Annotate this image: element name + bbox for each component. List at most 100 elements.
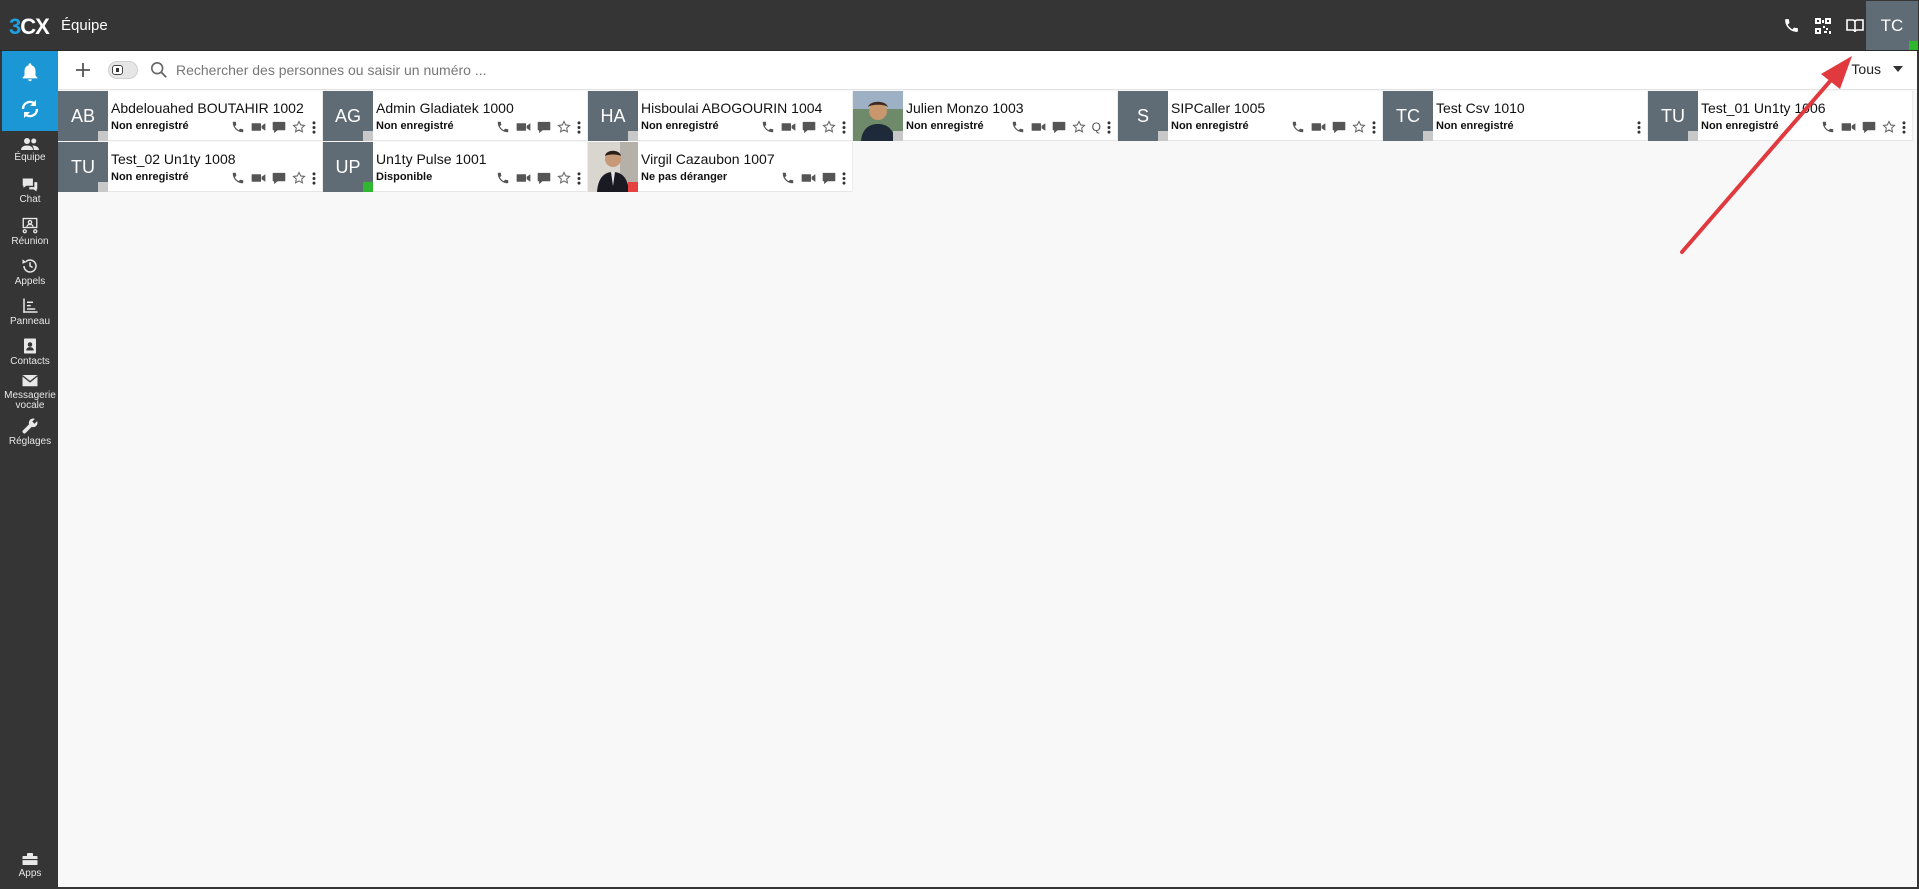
star-icon[interactable] [557, 171, 571, 185]
more-options-icon[interactable] [1902, 120, 1906, 134]
star-icon[interactable] [1882, 120, 1896, 134]
search-input[interactable] [176, 59, 876, 81]
star-icon[interactable] [1071, 120, 1086, 134]
sidebar-item-chat[interactable]: Chat [2, 177, 58, 205]
chat-icon[interactable] [802, 121, 816, 134]
contact-name: Virgil Cazaubon 1007 [641, 151, 775, 167]
sidebar-item-apps[interactable]: Apps [2, 852, 58, 879]
contact-photo [588, 142, 638, 192]
video-icon[interactable] [516, 121, 531, 133]
video-icon[interactable] [516, 172, 531, 184]
video-icon[interactable] [251, 172, 266, 184]
mail-icon [22, 375, 38, 387]
more-options-icon[interactable] [1637, 120, 1641, 134]
chat-icon[interactable] [1332, 121, 1346, 134]
book-icon[interactable] [1846, 17, 1864, 35]
sidebar-item-appels[interactable]: Appels [2, 257, 58, 287]
contact-avatar: S [1118, 91, 1168, 141]
chat-icon[interactable] [1862, 121, 1876, 134]
phone-icon[interactable] [1782, 17, 1800, 35]
chat-icon[interactable] [537, 172, 551, 185]
apps-icon [22, 853, 38, 865]
contact-actions [1821, 120, 1906, 134]
more-options-icon[interactable] [1107, 120, 1111, 134]
chat-icon[interactable] [1052, 121, 1066, 134]
contact-name: Hisboulai ABOGOURIN 1004 [641, 100, 823, 116]
contact-card[interactable]: Virgil Cazaubon 1007 Ne pas déranger [588, 142, 853, 192]
add-button[interactable] [72, 59, 94, 81]
status-indicator [363, 131, 373, 141]
main-content: Tous ABAbdelouahed BOUTAHIR 1002 Non enre… [58, 51, 1917, 887]
contact-name: Un1ty Pulse 1001 [376, 151, 487, 167]
video-icon[interactable] [1031, 121, 1046, 133]
star-icon[interactable] [1352, 120, 1366, 134]
video-icon[interactable] [1311, 121, 1326, 133]
user-avatar[interactable]: TC [1866, 1, 1918, 50]
contact-actions [496, 171, 581, 185]
filter-dropdown[interactable]: Tous [1851, 61, 1903, 77]
wrench-icon [22, 418, 38, 434]
more-options-icon[interactable] [577, 171, 581, 185]
star-icon[interactable] [822, 120, 836, 134]
more-options-icon[interactable] [312, 120, 316, 134]
star-icon[interactable] [557, 120, 571, 134]
contact-card[interactable]: UP Un1ty Pulse 1001 Disponible [323, 142, 588, 192]
video-icon[interactable] [801, 172, 816, 184]
contact-actions [1637, 120, 1641, 134]
call-icon[interactable] [496, 120, 510, 134]
status-indicator [98, 131, 108, 141]
video-icon[interactable] [1841, 121, 1856, 133]
contact-status-text: Non enregistré [641, 120, 719, 132]
sidebar-item-contacts[interactable]: Contacts [2, 337, 58, 367]
more-options-icon[interactable] [842, 120, 846, 134]
sync-icon[interactable] [20, 99, 40, 124]
chat-icon[interactable] [537, 121, 551, 134]
logo: 3CX [9, 14, 50, 39]
contact-avatar: TU [58, 142, 108, 192]
call-icon[interactable] [781, 171, 795, 185]
sidebar-item-panneau[interactable]: Panneau [2, 297, 58, 327]
contact-card[interactable]: TU Test_01 Un1ty 1006 Non enregistré [1648, 91, 1913, 141]
chat-icon[interactable] [272, 172, 286, 185]
bell-icon[interactable] [19, 61, 41, 88]
chat-icon[interactable] [822, 172, 836, 185]
sidebar: Équipe Chat Réunion Appels Panneau Conta… [0, 51, 58, 889]
contact-card[interactable]: AG Admin Gladiatek 1000 Non enregistré [323, 91, 588, 141]
contacts-icon [24, 338, 36, 354]
contact-card[interactable]: Julien Monzo 1003 Non enregistré Q [853, 91, 1118, 141]
more-options-icon[interactable] [842, 171, 846, 185]
contact-avatar: HA [588, 91, 638, 141]
sidebar-item-messagerie[interactable]: Messagerie vocale [2, 373, 58, 411]
qr-code-icon[interactable] [1814, 17, 1832, 35]
more-options-icon[interactable] [1372, 120, 1376, 134]
view-toggle[interactable] [108, 61, 138, 79]
video-icon[interactable] [251, 121, 266, 133]
contact-name: Admin Gladiatek 1000 [376, 100, 514, 116]
contact-avatar: TU [1648, 91, 1698, 141]
call-icon[interactable] [496, 171, 510, 185]
chat-icon[interactable] [272, 121, 286, 134]
call-icon[interactable] [761, 120, 775, 134]
call-icon[interactable] [1011, 120, 1025, 134]
contact-card[interactable]: S SIPCaller 1005 Non enregistré [1118, 91, 1383, 141]
contact-card[interactable]: TC Test Csv 1010 Non enregistré [1383, 91, 1648, 141]
call-icon[interactable] [1291, 120, 1305, 134]
call-icon[interactable] [231, 120, 245, 134]
contact-card[interactable]: TU Test_02 Un1ty 1008 Non enregistré [58, 142, 323, 192]
sidebar-item-reunion[interactable]: Réunion [2, 217, 58, 247]
contact-card[interactable]: AB Abdelouahed BOUTAHIR 1002 Non enregistr… [58, 91, 323, 141]
contact-status-text: Non enregistré [1436, 120, 1514, 132]
contact-actions [496, 120, 581, 134]
more-options-icon[interactable] [312, 171, 316, 185]
call-icon[interactable] [1821, 120, 1835, 134]
meeting-icon [22, 217, 38, 234]
sidebar-item-equipe[interactable]: Équipe [2, 137, 58, 163]
video-icon[interactable] [781, 121, 796, 133]
contact-card[interactable]: HA Hisboulai ABOGOURIN 1004 Non enregistré [588, 91, 853, 141]
star-icon[interactable] [292, 171, 306, 185]
star-icon[interactable] [292, 120, 306, 134]
call-icon[interactable] [231, 171, 245, 185]
sidebar-item-reglages[interactable]: Réglages [2, 417, 58, 447]
more-options-icon[interactable] [577, 120, 581, 134]
contact-status-text: Non enregistré [111, 120, 189, 132]
